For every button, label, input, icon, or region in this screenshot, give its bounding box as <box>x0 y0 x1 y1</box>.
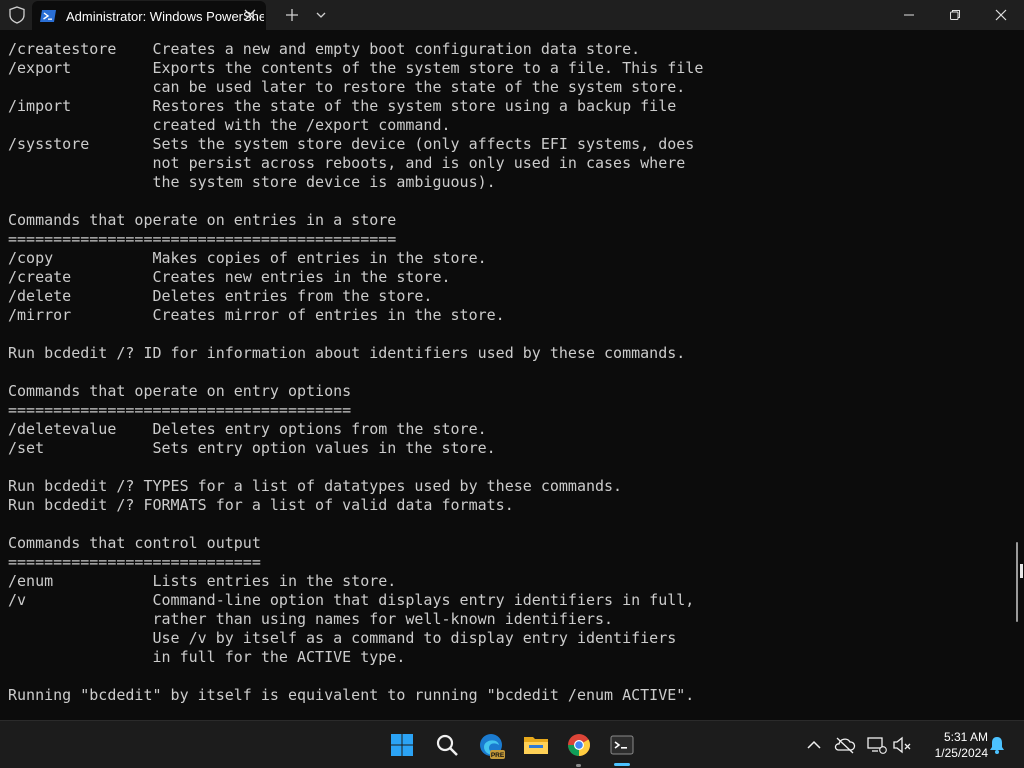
search-button[interactable] <box>429 727 465 763</box>
terminal-line: Running "bcdedit" by itself is equivalen… <box>8 686 695 704</box>
terminal-line: the system store device is ambiguous). <box>8 173 496 191</box>
terminal-line: not persist across reboots, and is only … <box>8 154 686 172</box>
text-cursor-icon <box>1020 564 1023 578</box>
terminal-line: Run bcdedit /? ID for information about … <box>8 344 686 362</box>
title-bar: Administrator: Windows PowerShell <box>0 0 1024 30</box>
terminal-line: /createstore Creates a new and empty boo… <box>8 40 641 58</box>
terminal-active-indicator <box>614 763 630 766</box>
edge-beta-icon: PRE <box>480 734 505 759</box>
chevron-up-icon[interactable] <box>804 735 824 755</box>
onedrive-offline-icon[interactable] <box>834 735 856 755</box>
search-icon <box>436 734 458 756</box>
minimize-button[interactable] <box>886 0 932 30</box>
terminal-line: /deletevalue Deletes entry options from … <box>8 420 487 438</box>
volume-muted-icon[interactable] <box>892 735 912 755</box>
restore-button[interactable] <box>932 0 978 30</box>
start-button[interactable] <box>384 727 420 763</box>
chrome-icon <box>568 734 590 756</box>
terminal-line: /export Exports the contents of the syst… <box>8 59 704 77</box>
terminal-line: can be used later to restore the state o… <box>8 78 686 96</box>
terminal-line: in full for the ACTIVE type. <box>8 648 406 666</box>
terminal-line: rather than using names for well-known i… <box>8 610 614 628</box>
tab-powershell[interactable]: Administrator: Windows PowerShell <box>32 1 266 30</box>
minimize-icon <box>904 14 914 16</box>
scrollbar-thumb[interactable] <box>1016 542 1018 622</box>
terminal-line: /mirror Creates mirror of entries in the… <box>8 306 505 324</box>
terminal-line: Run bcdedit /? FORMATS for a list of val… <box>8 496 514 514</box>
file-explorer-icon <box>524 737 548 754</box>
terminal-line: /sysstore Sets the system store device (… <box>8 135 695 153</box>
terminal-line: /import Restores the state of the system… <box>8 97 677 115</box>
terminal-pane[interactable]: /createstore Creates a new and empty boo… <box>0 30 1024 720</box>
terminal-line: ============================ <box>8 553 261 571</box>
chrome-button[interactable] <box>561 727 597 763</box>
terminal-line: ========================================… <box>8 230 397 248</box>
notification-bell-icon[interactable] <box>987 735 1007 755</box>
chevron-down-icon[interactable] <box>314 8 328 22</box>
new-tab-plus-icon[interactable] <box>284 7 300 23</box>
tab-title: Administrator: Windows PowerShell <box>66 9 264 24</box>
file-explorer-button[interactable] <box>517 727 553 763</box>
clock-time: 5:31 AM <box>943 730 988 744</box>
edge-beta-button[interactable]: PRE <box>473 727 509 763</box>
terminal-line: Commands that operate on entries in a st… <box>8 211 397 229</box>
shield-icon[interactable] <box>6 5 28 25</box>
powershell-icon <box>40 9 56 23</box>
terminal-line: Run bcdedit /? TYPES for a list of datat… <box>8 477 623 495</box>
network-icon[interactable] <box>866 735 887 755</box>
terminal-output: /createstore Creates a new and empty boo… <box>8 40 703 705</box>
start-icon <box>391 734 413 756</box>
clock-date: 1/25/2024 <box>934 746 988 760</box>
restore-icon <box>950 10 960 20</box>
terminal-line: /v Command-line option that displays ent… <box>8 591 695 609</box>
terminal-line: /create Creates new entries in the store… <box>8 268 451 286</box>
terminal-line: Commands that control output <box>8 534 261 552</box>
terminal-line: /delete Deletes entries from the store. <box>8 287 433 305</box>
terminal-line: /set Sets entry option values in the sto… <box>8 439 496 457</box>
terminal-icon <box>610 735 634 755</box>
terminal-line: Use /v by itself as a command to display… <box>8 629 677 647</box>
terminal-line: /enum Lists entries in the store. <box>8 572 397 590</box>
terminal-button[interactable] <box>604 727 640 763</box>
terminal-line: Commands that operate on entry options <box>8 382 352 400</box>
edge-badge: PRE <box>491 752 505 759</box>
taskbar: PRE 5:31 AM 1/25/2024 <box>0 720 1024 768</box>
chrome-running-indicator <box>576 764 581 767</box>
close-icon <box>995 9 1007 21</box>
terminal-line: created with the /export command. <box>8 116 451 134</box>
close-window-button[interactable] <box>978 0 1024 30</box>
taskbar-clock[interactable]: 5:31 AM 1/25/2024 <box>918 729 988 761</box>
terminal-line: /copy Makes copies of entries in the sto… <box>8 249 487 267</box>
terminal-line: ====================================== <box>8 401 352 419</box>
close-tab-icon[interactable] <box>243 8 257 22</box>
